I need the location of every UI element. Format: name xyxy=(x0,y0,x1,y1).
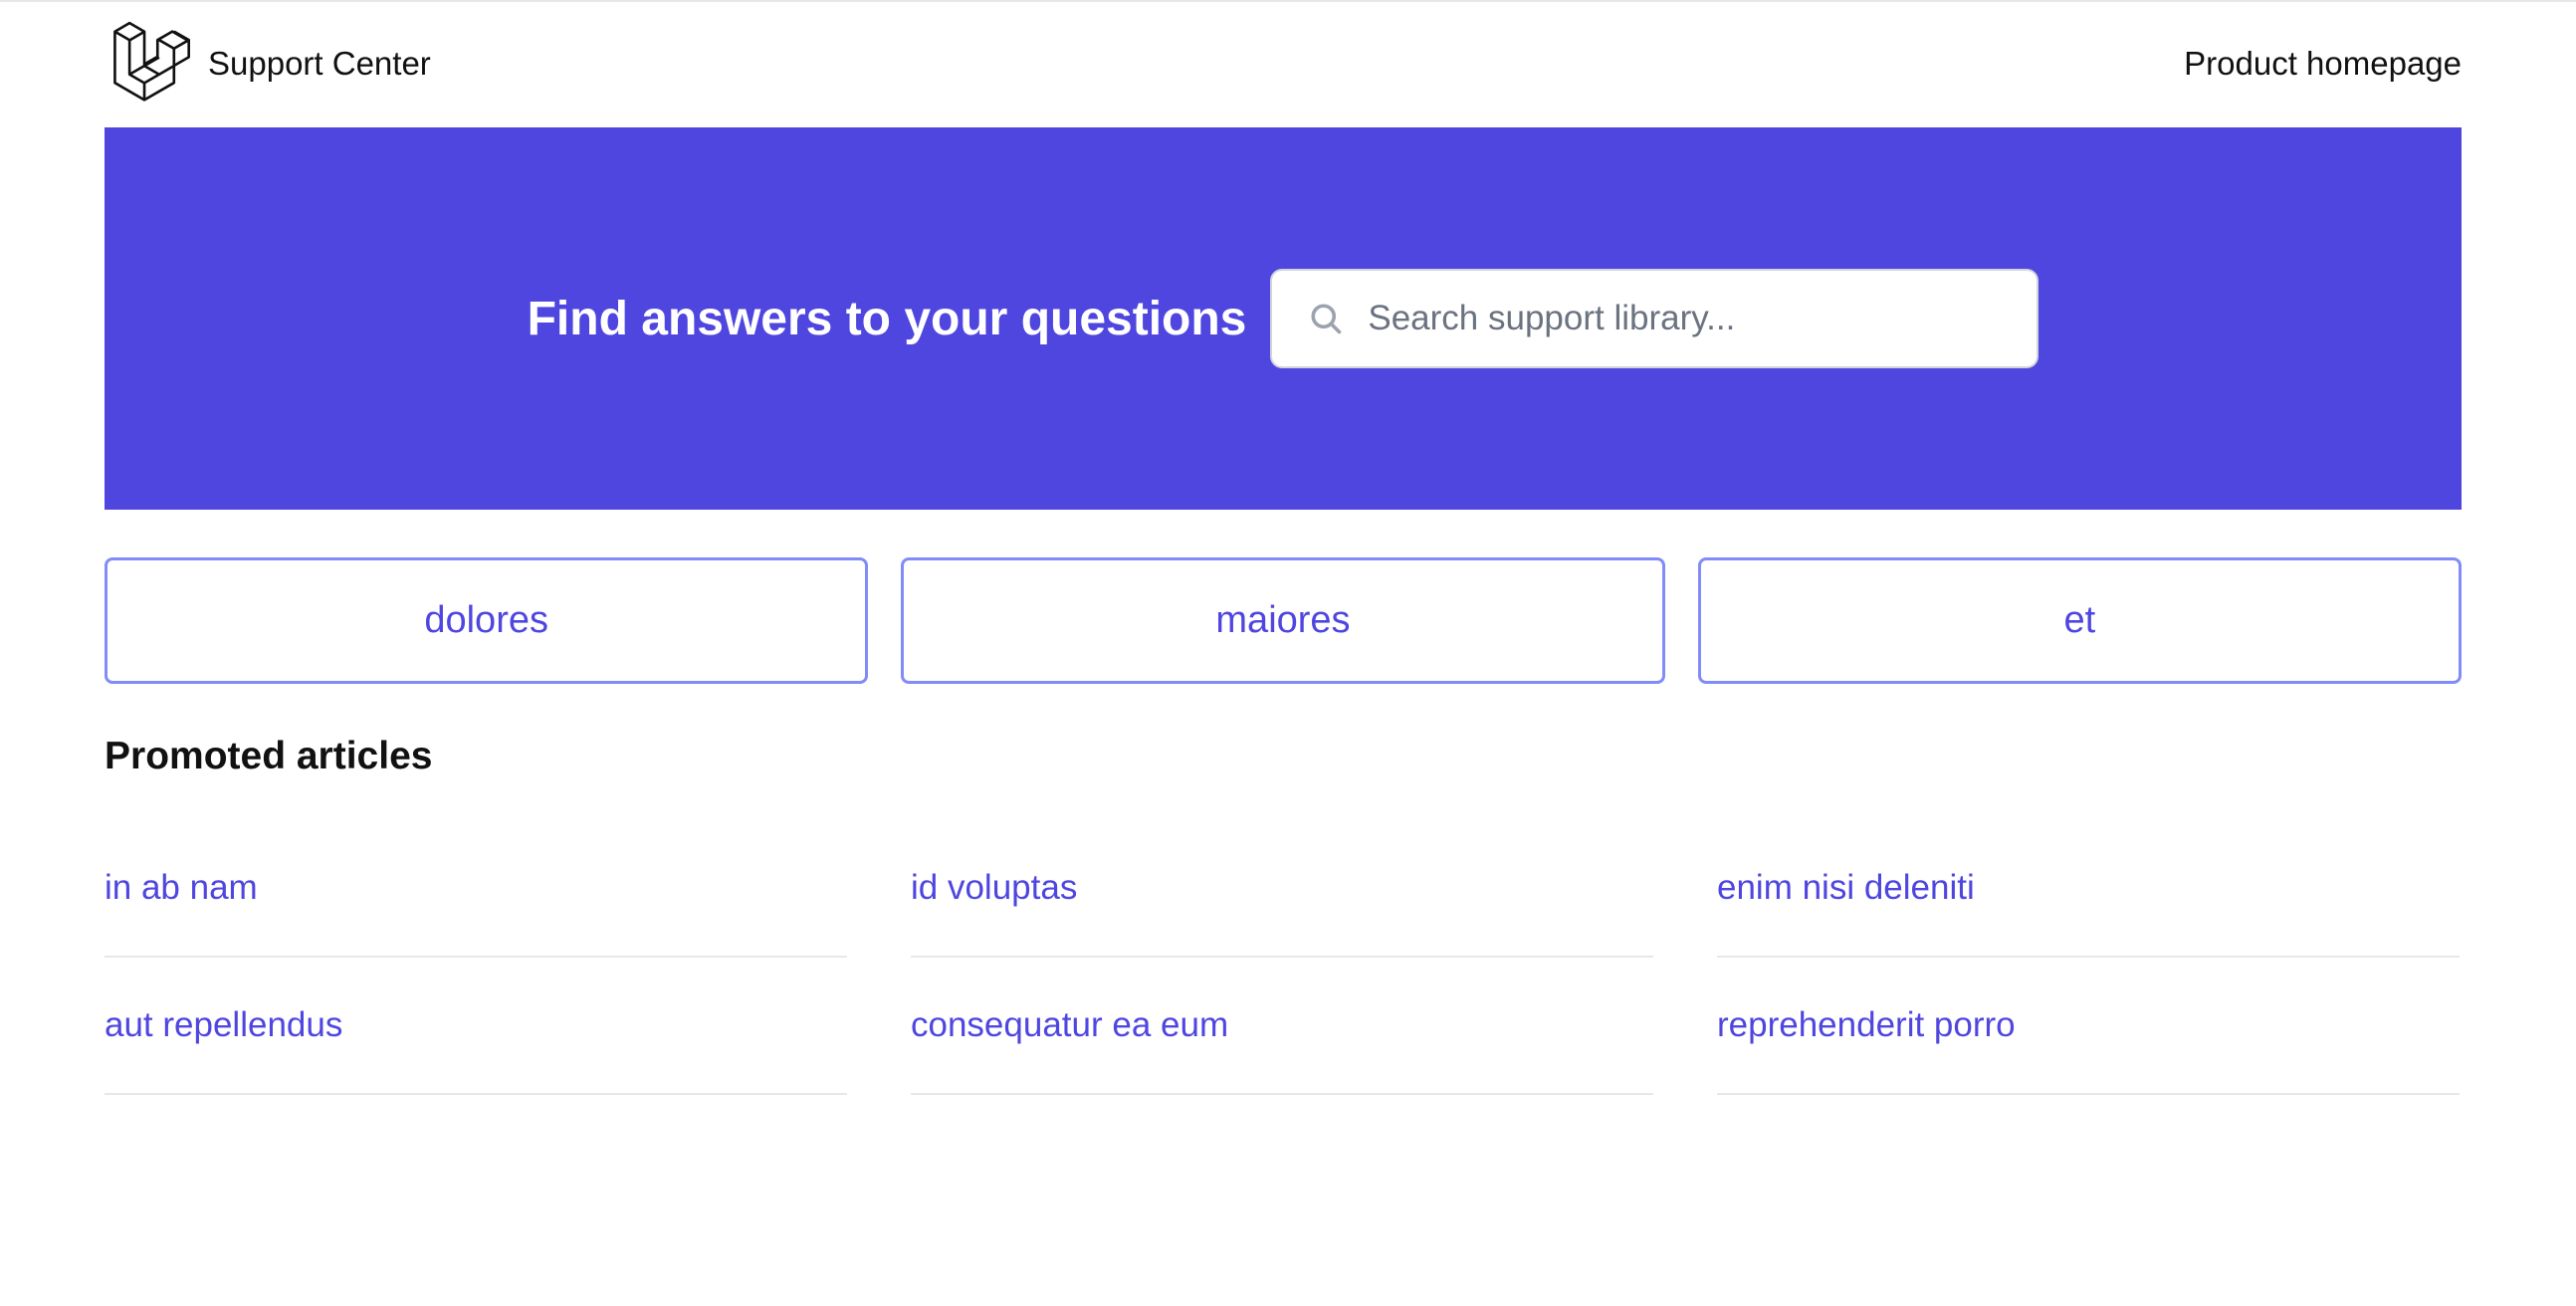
promoted-articles-heading: Promoted articles xyxy=(105,735,433,777)
article-link[interactable]: consequatur ea eum xyxy=(911,958,1653,1095)
search-box[interactable] xyxy=(1270,269,2039,368)
brand-link[interactable]: Support Center xyxy=(105,21,431,107)
article-link[interactable]: reprehenderit porro xyxy=(1717,958,2460,1095)
product-homepage-link[interactable]: Product homepage xyxy=(2184,45,2462,83)
category-button-maiores[interactable]: maiores xyxy=(901,557,1665,684)
category-list: dolores maiores et xyxy=(105,557,2462,684)
search-input[interactable] xyxy=(1368,299,2026,338)
hero-title: Find answers to your questions xyxy=(527,292,1247,345)
site-header: Support Center Product homepage xyxy=(105,2,2462,125)
category-button-dolores[interactable]: dolores xyxy=(105,557,869,684)
search-icon xyxy=(1308,301,1344,336)
article-link[interactable]: aut repellendus xyxy=(105,958,847,1095)
brand-name: Support Center xyxy=(208,45,431,82)
article-link[interactable]: in ab nam xyxy=(105,820,847,958)
category-button-et[interactable]: et xyxy=(1697,557,2462,684)
hero-banner: Find answers to your questions xyxy=(105,127,2462,510)
hero-content: Find answers to your questions xyxy=(528,269,2039,368)
laravel-logo-icon xyxy=(105,21,192,107)
article-link[interactable]: id voluptas xyxy=(911,820,1653,958)
promoted-articles-list: in ab nam id voluptas enim nisi deleniti… xyxy=(105,820,2462,1095)
article-link[interactable]: enim nisi deleniti xyxy=(1717,820,2460,958)
